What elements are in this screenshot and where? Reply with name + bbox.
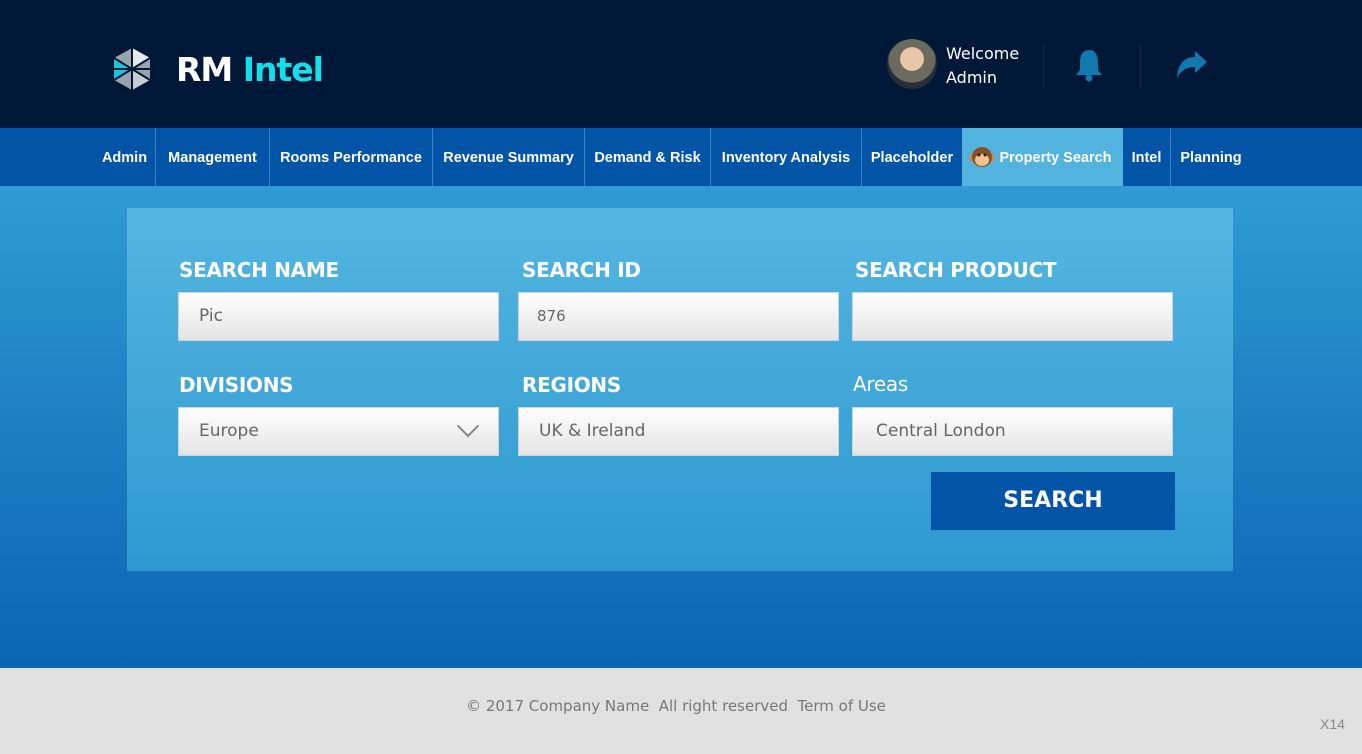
search-product-input[interactable] (852, 292, 1173, 341)
share-icon[interactable] (1175, 50, 1209, 80)
search-product-label: SEARCH PRODUCT (855, 258, 1056, 282)
main-content: SEARCH NAME Pic SEARCH ID 876 SEARCH PRO… (0, 186, 1362, 668)
areas-label: Areas (853, 372, 908, 396)
search-id-label: SEARCH ID (522, 258, 641, 282)
brand-title: RM Intel (176, 50, 323, 89)
search-button[interactable]: SEARCH (931, 472, 1175, 530)
header: RM Intel WelcomeAdmin (0, 0, 1362, 128)
avatar[interactable] (887, 39, 937, 89)
divider (1043, 45, 1044, 89)
divisions-label: DIVISIONS (179, 373, 293, 397)
nav-revenue-summary[interactable]: Revenue Summary (433, 128, 585, 186)
regions-label: REGIONS (522, 373, 621, 397)
nav-management[interactable]: Management (156, 128, 270, 186)
search-name-label: SEARCH NAME (179, 258, 339, 282)
nav-demand-risk[interactable]: Demand & Risk (585, 128, 711, 186)
nav-property-search[interactable]: Property Search (962, 128, 1123, 186)
nav-admin[interactable]: Admin (94, 128, 156, 186)
welcome-text: WelcomeAdmin (946, 42, 1019, 90)
divisions-select[interactable]: Europe (178, 407, 499, 456)
bell-icon[interactable] (1073, 48, 1105, 82)
nav-inventory-analysis[interactable]: Inventory Analysis (711, 128, 862, 186)
search-panel: SEARCH NAME Pic SEARCH ID 876 SEARCH PRO… (127, 208, 1233, 571)
nav-rooms-performance[interactable]: Rooms Performance (270, 128, 433, 186)
version-label: X14 (1320, 716, 1345, 732)
divider (1140, 45, 1141, 89)
main-nav: Admin Management Rooms Performance Reven… (0, 128, 1362, 186)
search-name-input[interactable]: Pic (178, 292, 499, 341)
logo-icon (110, 46, 154, 92)
areas-input[interactable]: Central London (852, 407, 1173, 456)
nav-planning[interactable]: Planning (1171, 128, 1251, 186)
search-id-input[interactable]: 876 (518, 292, 839, 341)
regions-input[interactable]: UK & Ireland (518, 407, 839, 456)
footer-copyright: © 2017 Company Name All right reserved T… (0, 697, 1352, 715)
nav-intel[interactable]: Intel (1123, 128, 1171, 186)
monkey-icon (969, 145, 995, 169)
chevron-down-icon (457, 415, 480, 438)
user-name: Admin (946, 66, 1019, 90)
nav-placeholder[interactable]: Placeholder (862, 128, 962, 186)
